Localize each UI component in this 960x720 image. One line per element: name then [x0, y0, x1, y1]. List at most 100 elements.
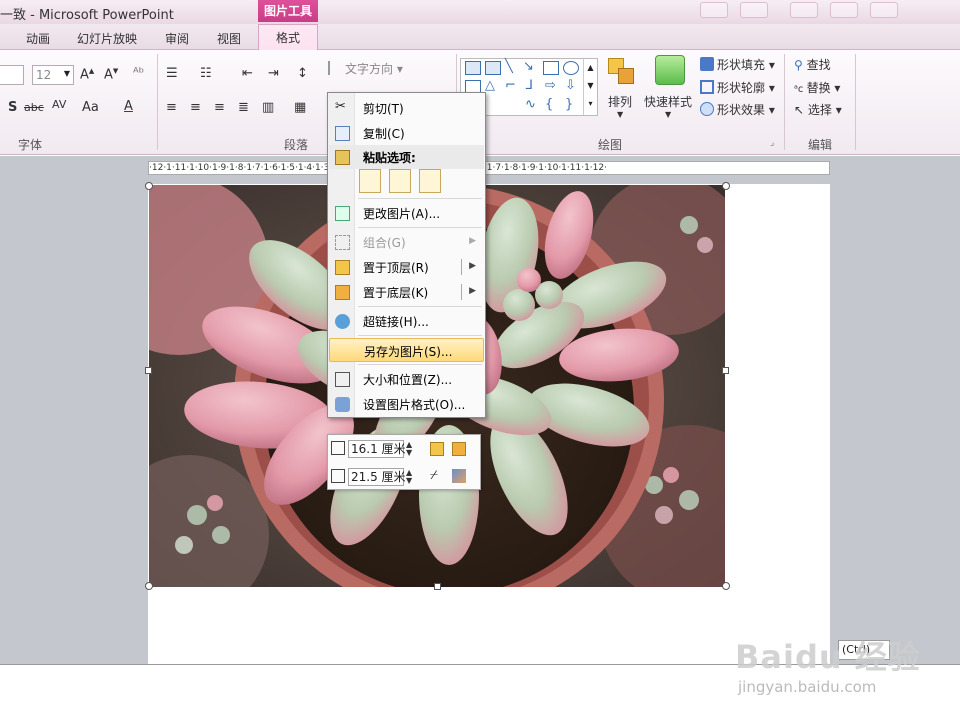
- chevron-down-icon: ▼: [665, 110, 672, 119]
- resize-handle-bottom[interactable]: [434, 583, 441, 590]
- crop-icon[interactable]: ⌿: [430, 469, 444, 483]
- replace-button[interactable]: ᵃc 替换 ▾: [794, 79, 840, 96]
- down-arrow-shape-icon[interactable]: ⇩: [565, 78, 576, 93]
- rectangle-shape-icon[interactable]: [543, 61, 559, 75]
- menu-item-label: 大小和位置(Z)...: [363, 373, 453, 387]
- size-position-icon: [335, 372, 350, 387]
- paste-use-destination-icon[interactable]: [359, 169, 381, 193]
- menu-item-hyperlink[interactable]: 超链接(H)...: [329, 309, 484, 333]
- paste-keep-formatting-icon[interactable]: [389, 169, 411, 193]
- right-arrow-shape-icon[interactable]: ⇨: [545, 78, 556, 93]
- line-shape-icon[interactable]: ╲: [505, 59, 513, 74]
- shrink-font-icon[interactable]: A▼: [104, 67, 118, 82]
- quick-styles-button[interactable]: 快速样式: [644, 93, 692, 110]
- decrease-indent-icon[interactable]: ⇤: [242, 66, 253, 81]
- arrange-button[interactable]: 排列: [608, 93, 632, 110]
- select-button[interactable]: ↖ 选择 ▾: [794, 101, 842, 118]
- dialog-launcher-icon[interactable]: ⌟: [770, 138, 774, 148]
- help-control[interactable]: [740, 2, 768, 18]
- tab-format[interactable]: 格式: [258, 24, 318, 50]
- menu-item-copy[interactable]: 复制(C): [329, 121, 484, 145]
- bring-forward-icon[interactable]: [430, 442, 444, 456]
- width-spinner[interactable]: ▲ ▼: [406, 469, 412, 485]
- brace-shape-icon[interactable]: {: [545, 97, 553, 112]
- paste-as-picture-icon[interactable]: [419, 169, 441, 193]
- resize-handle-left[interactable]: [145, 367, 152, 374]
- gallery-scroll[interactable]: ▲ ▼ ▾: [583, 59, 597, 115]
- arrow-shape-icon[interactable]: ↘: [523, 59, 534, 74]
- curved-connector-icon[interactable]: ᒧ: [525, 78, 533, 93]
- align-right-icon[interactable]: ≡: [214, 100, 225, 115]
- shape-fill-button[interactable]: 形状填充 ▾: [700, 56, 775, 73]
- align-center-icon[interactable]: ≡: [190, 100, 201, 115]
- bullets-icon[interactable]: ☰: [166, 66, 178, 81]
- clear-formatting-icon[interactable]: ᴬᵇ: [133, 66, 144, 81]
- line-spacing-icon[interactable]: ↕: [297, 66, 308, 81]
- align-left-icon[interactable]: ≡: [166, 100, 177, 115]
- window-restore-button[interactable]: [830, 2, 858, 18]
- tab-slideshow[interactable]: 幻灯片放映: [77, 30, 137, 47]
- resize-handle-bottom-left[interactable]: [145, 582, 153, 590]
- columns-icon[interactable]: ▦: [294, 100, 306, 115]
- menu-item-group[interactable]: 组合(G) ▶: [329, 230, 484, 254]
- resize-handle-bottom-right[interactable]: [722, 582, 730, 590]
- close-brace-shape-icon[interactable]: }: [565, 97, 573, 112]
- change-case-icon[interactable]: Aa: [82, 100, 99, 115]
- send-backward-icon[interactable]: [452, 442, 466, 456]
- font-size-value: 12: [36, 68, 52, 82]
- group-divider: [157, 54, 158, 150]
- clipboard-icon: [335, 150, 350, 165]
- oval-shape-icon[interactable]: [563, 61, 579, 75]
- tab-view[interactable]: 视图: [217, 30, 241, 47]
- curve-shape-icon[interactable]: ∿: [525, 97, 536, 112]
- tab-animations[interactable]: 动画: [26, 30, 50, 47]
- resize-handle-right[interactable]: [722, 367, 729, 374]
- baidu-watermark: Baidu 经验: [735, 638, 921, 676]
- menu-divider: [358, 364, 482, 365]
- picture-styles-icon[interactable]: [452, 469, 466, 483]
- menu-item-format-picture[interactable]: 设置图片格式(O)...: [329, 392, 484, 416]
- menu-item-send-to-back[interactable]: 置于底层(K) ▶: [329, 280, 484, 304]
- menu-item-size-position[interactable]: 大小和位置(Z)...: [329, 367, 484, 391]
- grow-font-icon[interactable]: A▲: [80, 67, 94, 82]
- group-icon: [335, 235, 350, 250]
- window-minimize-button[interactable]: [790, 2, 818, 18]
- font-name-box[interactable]: [0, 65, 24, 85]
- font-size-box[interactable]: 12 ▼: [32, 65, 74, 85]
- shadow-icon[interactable]: S: [8, 100, 17, 115]
- resize-handle-top-right[interactable]: [722, 182, 730, 190]
- tab-review[interactable]: 审阅: [165, 30, 189, 47]
- distributed-icon[interactable]: ▥: [262, 100, 274, 115]
- shape-outline-button[interactable]: 形状轮廓 ▾: [700, 79, 775, 96]
- submenu-arrow-icon[interactable]: ▶: [469, 261, 476, 271]
- textbox-shape-icon[interactable]: [465, 61, 481, 75]
- submenu-arrow-icon[interactable]: ▶: [469, 286, 476, 296]
- height-spinner[interactable]: ▲ ▼: [406, 441, 412, 457]
- text-direction-button[interactable]: 文字方向 ▾: [328, 60, 403, 77]
- height-input[interactable]: 16.1 厘米: [348, 440, 406, 458]
- editing-group-label: 编辑: [808, 138, 833, 152]
- window-close-button[interactable]: [870, 2, 898, 18]
- shape-effects-button[interactable]: 形状效果 ▾: [700, 101, 775, 118]
- elbow-connector-icon[interactable]: ⌐: [505, 78, 516, 93]
- triangle-shape-icon[interactable]: △: [485, 78, 495, 93]
- increase-indent-icon[interactable]: ⇥: [268, 66, 279, 81]
- strikethrough-icon[interactable]: abc: [24, 101, 44, 114]
- text-direction-icon: [328, 61, 342, 75]
- numbering-icon[interactable]: ☷: [200, 66, 212, 81]
- resize-handle-top-left[interactable]: [145, 182, 153, 190]
- find-button[interactable]: ⚲ 查找: [794, 56, 831, 73]
- char-spacing-icon[interactable]: AV: [52, 98, 66, 111]
- ribbon-minimize-control[interactable]: [700, 2, 728, 18]
- ribbon-tabs: 动画 幻灯片放映 审阅 视图 格式: [0, 24, 960, 50]
- justify-icon[interactable]: ≣: [238, 100, 249, 115]
- menu-item-cut[interactable]: ✂ 剪切(T): [329, 96, 484, 120]
- vertical-textbox-shape-icon[interactable]: [485, 61, 501, 75]
- width-input[interactable]: 21.5 厘米: [348, 468, 406, 486]
- menu-item-change-picture[interactable]: 更改图片(A)...: [329, 201, 484, 225]
- paragraph-group-label: 段落: [284, 138, 309, 152]
- menu-item-bring-to-front[interactable]: 置于顶层(R) ▶: [329, 255, 484, 279]
- menu-item-save-as-picture[interactable]: 另存为图片(S)...: [329, 338, 484, 362]
- width-icon: [331, 469, 345, 483]
- font-color-icon[interactable]: A: [124, 99, 133, 114]
